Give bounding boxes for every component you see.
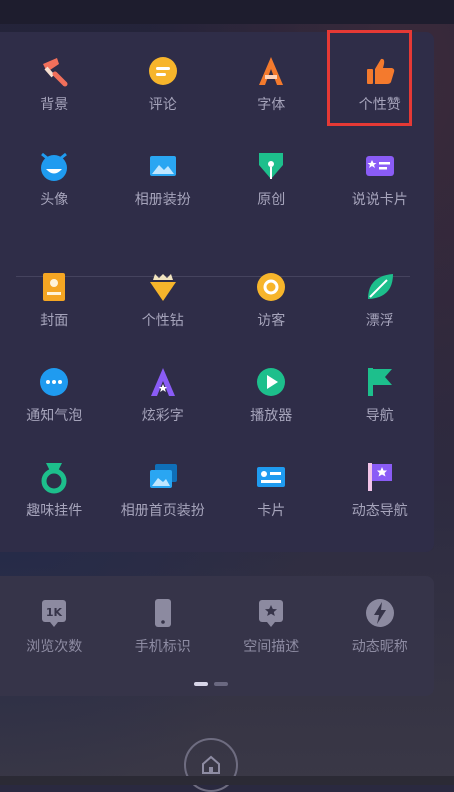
decor-item-medal[interactable]: 趣味挂件 xyxy=(0,460,109,520)
decor-item-label: 空间描述 xyxy=(243,639,300,655)
card-icon xyxy=(363,149,397,183)
decor-item-phone[interactable]: 手机标识 xyxy=(109,596,218,656)
leaf-icon xyxy=(363,270,397,304)
decor-item-label: 趣味挂件 xyxy=(26,503,83,519)
home-icon xyxy=(202,755,220,774)
brush-icon xyxy=(37,54,71,88)
decor-item-label: 评论 xyxy=(148,97,177,113)
decor-item-label: 字体 xyxy=(257,97,286,113)
album-icon xyxy=(146,149,180,183)
avatar-icon xyxy=(37,149,71,183)
decor-item-views-1k[interactable]: 1K 浏览次数 xyxy=(0,596,109,656)
lightning-icon xyxy=(363,596,397,630)
decor-item-leaf[interactable]: 漂浮 xyxy=(326,270,435,330)
top-bar xyxy=(0,0,454,24)
decor-item-label: 浏览次数 xyxy=(26,639,83,655)
decor-item-label: 访客 xyxy=(257,313,286,329)
decor-item-flag[interactable]: 导航 xyxy=(326,365,435,425)
svg-text:1K: 1K xyxy=(46,606,63,619)
id-card-icon xyxy=(254,460,288,494)
phone-icon xyxy=(146,596,180,630)
diamond-icon xyxy=(146,270,180,304)
decor-item-label: 相册首页装扮 xyxy=(120,503,205,519)
decor-item-album[interactable]: 相册装扮 xyxy=(109,149,218,209)
decor-item-label: 头像 xyxy=(40,192,69,208)
pen-nib-icon xyxy=(254,149,288,183)
play-icon xyxy=(254,365,288,399)
decoration-grid-bottom: 封面 个性钻 访客 漂浮通知气泡 炫彩字 播放器 导航趣味挂件 相册首页装扮 卡片 动态导航 xyxy=(0,270,434,520)
decor-item-label: 相册装扮 xyxy=(134,192,191,208)
decor-item-label: 手机标识 xyxy=(134,639,191,655)
decor-item-label: 个性钻 xyxy=(141,313,184,329)
decor-item-comment[interactable]: 评论 xyxy=(109,54,218,114)
decor-item-brush[interactable]: 背景 xyxy=(0,54,109,114)
letter-a-icon xyxy=(146,365,180,399)
cover-icon xyxy=(37,270,71,304)
page-indicator xyxy=(194,682,228,686)
info-panel: 1K 浏览次数 手机标识 空间描述 动态昵称 xyxy=(0,576,434,696)
decor-item-label: 播放器 xyxy=(250,408,293,424)
views-1k-icon: 1K xyxy=(37,596,71,630)
highlight-box xyxy=(327,30,412,126)
decor-item-diamond[interactable]: 个性钻 xyxy=(109,270,218,330)
medal-icon xyxy=(37,460,71,494)
star-badge-icon xyxy=(254,596,288,630)
decor-item-star-badge[interactable]: 空间描述 xyxy=(217,596,326,656)
font-icon xyxy=(254,54,288,88)
album-stack-icon xyxy=(146,460,180,494)
info-grid: 1K 浏览次数 手机标识 空间描述 动态昵称 xyxy=(0,596,434,656)
decor-item-label: 背景 xyxy=(40,97,69,113)
decor-item-play[interactable]: 播放器 xyxy=(217,365,326,425)
decor-item-card[interactable]: 说说卡片 xyxy=(326,149,435,209)
page-dot[interactable] xyxy=(214,682,228,686)
decor-item-label: 导航 xyxy=(365,408,394,424)
decor-item-bubble[interactable]: 通知气泡 xyxy=(0,365,109,425)
decor-item-label: 漂浮 xyxy=(365,313,394,329)
decor-item-visitor[interactable]: 访客 xyxy=(217,270,326,330)
decor-item-font[interactable]: 字体 xyxy=(217,54,326,114)
decor-item-label: 通知气泡 xyxy=(26,408,83,424)
decor-item-letter-a[interactable]: 炫彩字 xyxy=(109,365,218,425)
star-flag-icon xyxy=(363,460,397,494)
decor-item-pen-nib[interactable]: 原创 xyxy=(217,149,326,209)
decor-item-album-stack[interactable]: 相册首页装扮 xyxy=(109,460,218,520)
flag-icon xyxy=(363,365,397,399)
decor-item-label: 说说卡片 xyxy=(351,192,408,208)
decor-item-star-flag[interactable]: 动态导航 xyxy=(326,460,435,520)
decor-item-label: 动态昵称 xyxy=(351,639,408,655)
visitor-icon xyxy=(254,270,288,304)
decor-item-label: 卡片 xyxy=(257,503,286,519)
bubble-icon xyxy=(37,365,71,399)
decor-item-label: 炫彩字 xyxy=(141,408,184,424)
page-dot-active[interactable] xyxy=(194,682,208,686)
decor-item-avatar[interactable]: 头像 xyxy=(0,149,109,209)
decor-item-label: 原创 xyxy=(257,192,286,208)
decor-item-label: 封面 xyxy=(40,313,69,329)
bottom-bar xyxy=(0,776,454,785)
decor-item-cover[interactable]: 封面 xyxy=(0,270,109,330)
decor-item-label: 动态导航 xyxy=(351,503,408,519)
comment-icon xyxy=(146,54,180,88)
decor-item-lightning[interactable]: 动态昵称 xyxy=(326,596,435,656)
decor-item-id-card[interactable]: 卡片 xyxy=(217,460,326,520)
